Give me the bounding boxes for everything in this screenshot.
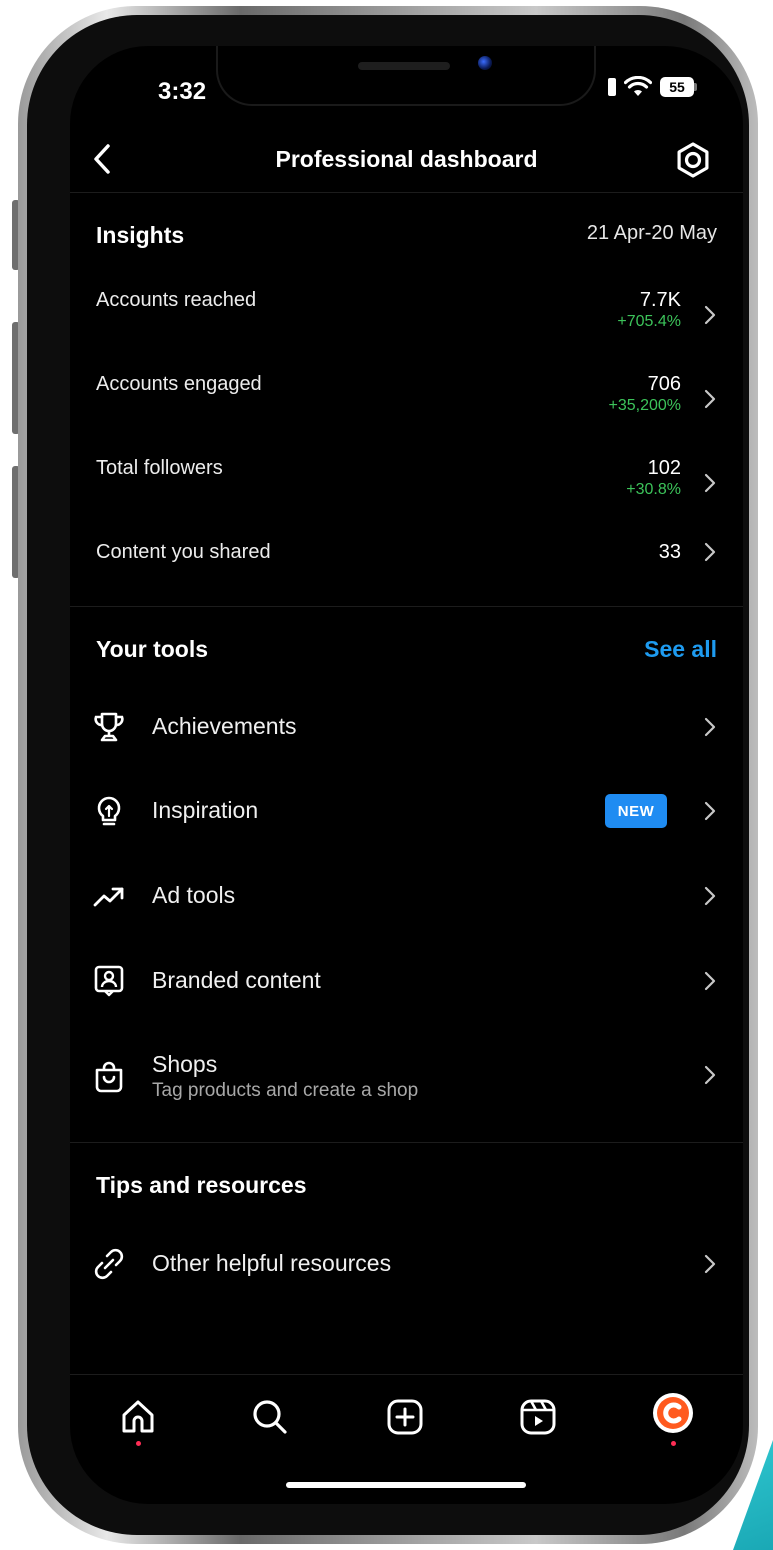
chevron-right-icon xyxy=(704,305,716,325)
chevron-right-icon xyxy=(704,886,716,906)
branded-content-icon xyxy=(94,965,124,997)
tool-row-shops[interactable]: Shops Tag products and create a shop xyxy=(70,1048,743,1108)
metric-change: +705.4% xyxy=(617,313,681,330)
insights-heading: Insights xyxy=(96,222,185,248)
metric-change: +35,200% xyxy=(608,397,681,414)
notch xyxy=(216,46,596,106)
home-notification-dot xyxy=(136,1441,141,1446)
insights-divider xyxy=(70,606,743,607)
tool-label: Shops xyxy=(152,1051,218,1077)
top-nav-bar: Professional dashboard xyxy=(70,132,743,188)
metric-change: +30.8% xyxy=(626,481,681,498)
profile-notification-dot xyxy=(671,1441,676,1446)
tool-row-ad-tools[interactable]: Ad tools xyxy=(70,879,743,939)
tool-label: Branded content xyxy=(152,967,321,993)
front-camera xyxy=(478,56,492,70)
tools-divider xyxy=(70,1142,743,1143)
home-icon[interactable] xyxy=(116,1395,160,1439)
gear-icon[interactable] xyxy=(673,140,713,180)
date-range[interactable]: 21 Apr-20 May xyxy=(587,222,717,245)
bottom-tab-bar xyxy=(70,1374,743,1464)
metric-label: Accounts reached xyxy=(96,289,257,311)
status-time: 3:32 xyxy=(158,78,207,105)
lightbulb-icon xyxy=(97,796,121,826)
create-icon[interactable] xyxy=(383,1395,427,1439)
metric-row-content-shared[interactable]: Content you shared 33 xyxy=(70,541,743,601)
chevron-right-icon xyxy=(704,1065,716,1085)
reels-icon[interactable] xyxy=(516,1395,560,1439)
tool-label: Inspiration xyxy=(152,797,259,823)
chevron-right-icon xyxy=(704,542,716,562)
chevron-right-icon xyxy=(704,971,716,991)
metric-value: 7.7K xyxy=(639,289,681,311)
tool-label: Ad tools xyxy=(152,882,236,908)
wifi-icon xyxy=(624,76,652,96)
battery-icon: 55 xyxy=(660,77,697,97)
metric-label: Content you shared xyxy=(96,541,271,563)
battery-cap xyxy=(694,83,697,91)
profile-logo-icon xyxy=(657,1397,689,1429)
tool-row-inspiration[interactable]: Inspiration NEW xyxy=(70,794,743,854)
chevron-right-icon xyxy=(704,389,716,409)
tool-row-branded-content[interactable]: Branded content xyxy=(70,964,743,1024)
chevron-right-icon xyxy=(704,717,716,737)
metric-label: Accounts engaged xyxy=(96,373,262,395)
metric-row-total-followers[interactable]: Total followers 102 +30.8% xyxy=(70,457,743,517)
your-tools-heading: Your tools xyxy=(96,636,209,662)
app-screen: 3:32 55 Professional dashboard Insights … xyxy=(70,46,743,1504)
status-icons: 55 xyxy=(608,76,697,98)
tips-heading: Tips and resources xyxy=(96,1172,307,1198)
chevron-right-icon xyxy=(704,801,716,821)
chevron-right-icon xyxy=(704,1254,716,1274)
shopping-bag-icon xyxy=(95,1061,123,1093)
search-icon[interactable] xyxy=(248,1395,292,1439)
trending-up-icon xyxy=(93,887,124,907)
link-icon xyxy=(94,1248,124,1280)
metric-label: Total followers xyxy=(96,457,223,479)
chevron-right-icon xyxy=(704,473,716,493)
tool-sublabel: Tag products and create a shop xyxy=(152,1080,419,1101)
tool-label: Other helpful resources xyxy=(152,1250,392,1276)
metric-value: 102 xyxy=(647,457,681,479)
tool-label: Achievements xyxy=(152,713,297,739)
new-badge: NEW xyxy=(605,794,667,828)
metric-row-accounts-reached[interactable]: Accounts reached 7.7K +705.4% xyxy=(70,289,743,349)
see-all-link[interactable]: See all xyxy=(644,636,717,663)
metric-value: 33 xyxy=(658,541,681,563)
tool-row-helpful-resources[interactable]: Other helpful resources xyxy=(70,1247,743,1307)
profile-avatar[interactable] xyxy=(653,1393,693,1433)
battery-level: 55 xyxy=(660,77,694,97)
trophy-icon xyxy=(94,712,124,742)
signal-icon xyxy=(608,78,616,96)
speaker-grille xyxy=(358,62,450,70)
metric-value: 706 xyxy=(647,373,681,395)
header-divider xyxy=(70,192,743,193)
page-title: Professional dashboard xyxy=(275,146,538,172)
home-indicator[interactable] xyxy=(286,1482,526,1488)
tool-row-achievements[interactable]: Achievements xyxy=(70,710,743,770)
metric-row-accounts-engaged[interactable]: Accounts engaged 706 +35,200% xyxy=(70,373,743,433)
